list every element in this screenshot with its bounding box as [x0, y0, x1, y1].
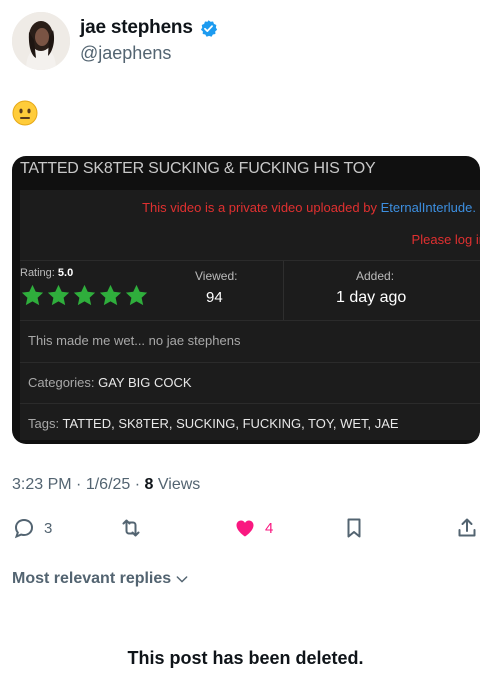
share-button[interactable]	[455, 516, 479, 540]
meta-separator: ·	[76, 476, 82, 493]
rating-label: Rating: 5.0	[20, 267, 73, 279]
stats-divider	[283, 261, 284, 321]
video-info-panel: This video is a private video uploaded b…	[20, 190, 480, 440]
heart-icon	[236, 520, 254, 537]
like-count: 4	[265, 519, 274, 537]
bookmark-icon	[347, 518, 361, 538]
rating-stars	[20, 283, 149, 308]
viewed-value: 94	[206, 289, 223, 306]
embedded-screenshot[interactable]: TATTED SK8TER SUCKING & FUCKING HIS TOY …	[12, 156, 480, 444]
video-description: This made me wet... no jae stephens	[20, 320, 480, 360]
bookmark-button[interactable]	[342, 516, 366, 540]
meta-separator: ·	[134, 476, 141, 493]
chevron-down-icon	[176, 576, 188, 583]
repost-button[interactable]	[119, 516, 143, 540]
avatar[interactable]	[12, 12, 70, 70]
rating-value: 5.0	[57, 267, 74, 279]
viewed-label: Viewed:	[195, 269, 238, 283]
replies-sort-dropdown[interactable]: Most relevant replies	[12, 570, 190, 588]
added-label: Added:	[356, 269, 395, 283]
replies-sort-label: Most relevant replies	[12, 570, 172, 587]
star-icon	[99, 284, 122, 306]
tweet-header: jae stephens @jaephens	[12, 8, 482, 72]
private-notice-text: This video is a private video uploaded b…	[142, 200, 377, 215]
action-bar: 3 4	[12, 516, 482, 544]
repost-icon	[122, 519, 140, 537]
video-title: TATTED SK8TER SUCKING & FUCKING HIS TOY	[20, 160, 376, 177]
deleted-post-notice: This post has been deleted.	[127, 648, 364, 668]
star-icon	[47, 284, 70, 306]
tags-value: TATTED, SK8TER, SUCKING, FUCKING, TOY, W…	[62, 416, 399, 431]
views-count: 8	[144, 476, 154, 493]
reply-button[interactable]: 3	[12, 516, 52, 540]
like-button[interactable]: 4	[233, 516, 273, 540]
handle[interactable]: @jaephens	[80, 43, 171, 64]
added-value: 1 day ago	[336, 289, 407, 306]
video-tags: Tags: TATTED, SK8TER, SUCKING, FUCKING, …	[20, 403, 480, 443]
tags-label: Tags:	[28, 416, 60, 431]
views-label: Views	[157, 476, 201, 493]
tweet-meta: 3:23 PM · 1/6/25 · 8 Views	[12, 476, 200, 494]
verified-badge-icon	[200, 19, 217, 37]
video-categories: Categories: GAY BIG COCK	[20, 362, 480, 402]
rating-label-text: Rating:	[20, 267, 55, 279]
neutral-face-emoji-icon	[12, 100, 38, 126]
tweet-time[interactable]: 3:23 PM	[12, 476, 72, 493]
reply-count: 3	[44, 519, 53, 537]
categories-value: GAY BIG COCK	[98, 375, 192, 390]
uploader-link[interactable]: EternalInterlude.	[381, 200, 476, 215]
video-stats: Rating: 5.0 Viewed: 94 Added: 1 day ago	[20, 260, 480, 321]
private-video-notice: This video is a private video uploaded b…	[142, 200, 476, 215]
star-icon	[21, 284, 44, 306]
reply-icon	[14, 518, 34, 539]
login-prompt[interactable]: Please log in	[412, 232, 480, 247]
display-name[interactable]: jae stephens	[80, 17, 218, 39]
share-icon	[458, 518, 476, 537]
categories-label: Categories:	[28, 375, 95, 390]
display-name-text: jae stephens	[80, 17, 193, 38]
star-icon	[73, 284, 96, 306]
tweet-date[interactable]: 1/6/25	[86, 476, 130, 493]
star-icon	[125, 284, 148, 306]
